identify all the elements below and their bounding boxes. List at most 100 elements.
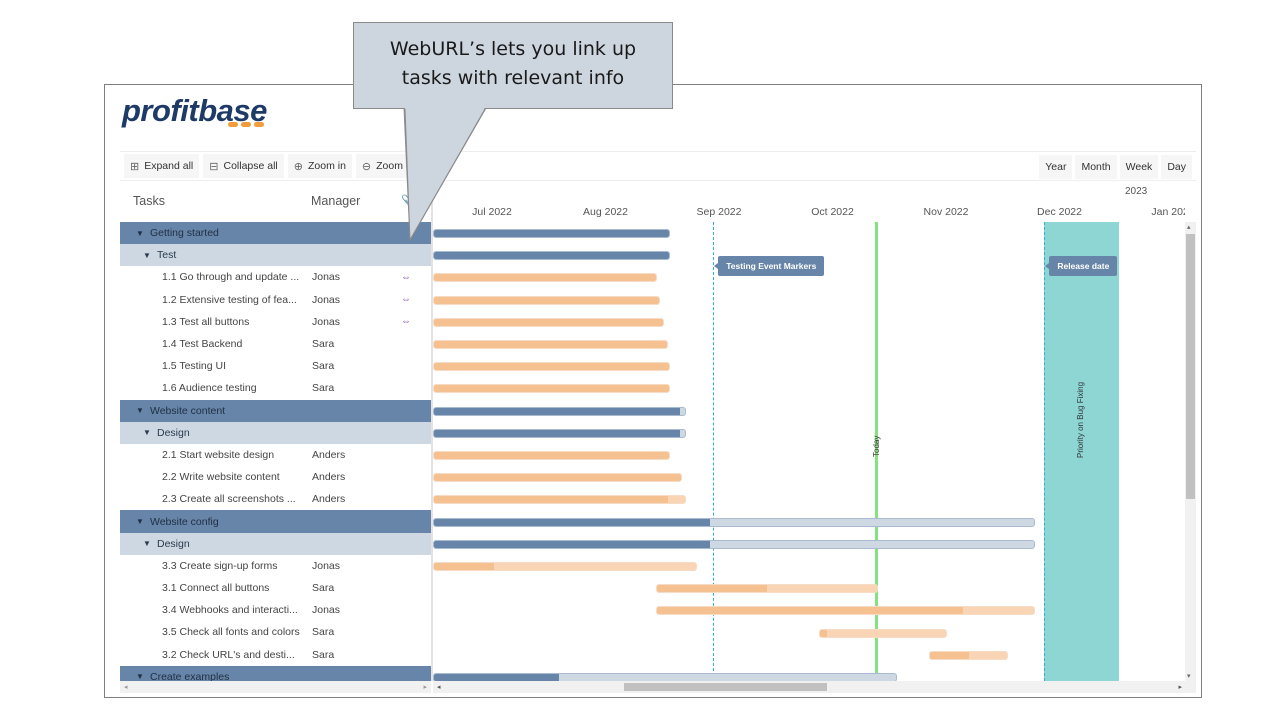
collapse-toggle-icon[interactable]: ▼ bbox=[143, 251, 151, 260]
zoom-out-icon: ⊖ bbox=[361, 160, 372, 173]
web-url-link-icon[interactable]: ⇔ bbox=[401, 316, 411, 327]
task-row[interactable]: 3.5 Check all fonts and colors Sara bbox=[120, 621, 431, 644]
timeline-scroll-right-icon[interactable]: ▸ bbox=[1178, 683, 1182, 691]
scroll-down-arrow-icon[interactable]: ▾ bbox=[1187, 672, 1191, 680]
task-manager: Sara bbox=[312, 382, 335, 395]
view-year-button[interactable]: Year bbox=[1039, 155, 1073, 179]
collapse-toggle-icon[interactable]: ▼ bbox=[143, 539, 151, 548]
task-bar[interactable] bbox=[433, 273, 657, 283]
collapse-toggle-icon[interactable]: ▼ bbox=[143, 428, 151, 437]
timeline-month-label: Jan 2023 bbox=[1151, 206, 1185, 218]
task-row[interactable]: 1.5 Testing UI Sara bbox=[120, 355, 431, 378]
column-header-tasks[interactable]: Tasks bbox=[133, 194, 165, 208]
grid-horizontal-scrollbar[interactable]: ◂ ▸ bbox=[120, 681, 431, 693]
task-progress-fill bbox=[434, 363, 670, 371]
scroll-right-arrow-icon[interactable]: ▸ bbox=[423, 683, 427, 691]
task-bar[interactable] bbox=[433, 473, 682, 483]
group-row[interactable]: ▼ Getting started bbox=[120, 222, 431, 245]
summary-task-bar[interactable] bbox=[433, 539, 1036, 549]
task-bar[interactable] bbox=[433, 384, 671, 394]
task-bar[interactable] bbox=[433, 317, 664, 327]
collapse-toggle-icon[interactable]: ▼ bbox=[136, 672, 144, 681]
collapse-all-button[interactable]: ⊟ Collapse all bbox=[203, 154, 284, 178]
task-bar[interactable] bbox=[819, 628, 948, 638]
task-bar[interactable] bbox=[433, 562, 698, 571]
task-row[interactable]: 1.6 Audience testing Sara bbox=[120, 377, 431, 400]
task-row[interactable]: 2.3 Create all screenshots ... Anders bbox=[120, 488, 431, 511]
task-progress-fill bbox=[434, 296, 660, 304]
task-row[interactable]: 1.1 Go through and update ... Jonas ⇔ bbox=[120, 266, 431, 289]
group-row[interactable]: ▼ Website content bbox=[120, 399, 431, 422]
timeline-horizontal-scrollbar[interactable]: ◂ ▸ bbox=[433, 681, 1196, 693]
collapse-toggle-icon[interactable]: ▼ bbox=[136, 517, 144, 526]
summary-task-bar[interactable] bbox=[433, 517, 1036, 527]
task-row[interactable]: 1.2 Extensive testing of fea... Jonas ⇔ bbox=[120, 288, 431, 311]
scroll-left-arrow-icon[interactable]: ◂ bbox=[124, 683, 128, 691]
task-manager: Sara bbox=[312, 360, 335, 373]
expand-all-button[interactable]: ⊞ Expand all bbox=[124, 154, 200, 178]
scroll-up-arrow-icon[interactable]: ▴ bbox=[1187, 223, 1191, 231]
task-row[interactable]: 2.1 Start website design Anders bbox=[120, 443, 431, 467]
task-row[interactable]: 1.4 Test Backend Sara bbox=[120, 332, 431, 356]
subgroup-row[interactable]: ▼ Design bbox=[120, 421, 431, 444]
group-row[interactable]: ▼ Create examples bbox=[120, 665, 431, 681]
callout-line-2: tasks with relevant info bbox=[401, 67, 625, 89]
column-header-manager[interactable]: Manager bbox=[311, 194, 360, 208]
summary-task-bar[interactable] bbox=[433, 251, 671, 261]
expand-all-label: Expand all bbox=[144, 160, 194, 172]
task-name: Create examples bbox=[150, 670, 230, 681]
task-progress-fill bbox=[434, 341, 668, 348]
zoom-in-button[interactable]: ⊕ Zoom in bbox=[287, 154, 352, 178]
task-bar[interactable] bbox=[433, 295, 661, 305]
web-url-link-icon[interactable]: ⇔ bbox=[401, 272, 411, 283]
task-name: 3.1 Connect all buttons bbox=[162, 582, 270, 595]
horizontal-scroll-thumb[interactable] bbox=[624, 683, 827, 691]
view-day-button[interactable]: Day bbox=[1161, 155, 1192, 179]
task-row[interactable]: 2.2 Write website content Anders bbox=[120, 466, 431, 489]
task-bar[interactable] bbox=[433, 451, 671, 460]
summary-task-bar[interactable] bbox=[433, 406, 687, 416]
summary-task-bar[interactable] bbox=[433, 229, 671, 238]
task-bar[interactable] bbox=[433, 340, 669, 349]
task-row[interactable]: 3.4 Webhooks and interacti... Jonas bbox=[120, 599, 431, 622]
task-row[interactable]: 3.1 Connect all buttons Sara bbox=[120, 577, 431, 600]
group-row[interactable]: ▼ Website config bbox=[120, 510, 431, 533]
task-bar[interactable] bbox=[655, 584, 879, 594]
task-row[interactable]: 3.2 Check URL's and desti... Sara bbox=[120, 643, 431, 666]
task-row[interactable]: 3.3 Create sign-up forms Jonas bbox=[120, 554, 431, 577]
task-rows: ▼ Getting started ▼ Test 1.1 Go through and … bbox=[120, 222, 431, 681]
logo-dots bbox=[228, 122, 264, 127]
task-row[interactable]: 1.3 Test all buttons Jonas ⇔ bbox=[120, 310, 431, 333]
callout-text: WebURL’s lets you link up tasks with rel… bbox=[353, 35, 673, 93]
zoom-out-button[interactable]: ⊖ Zoom out bbox=[355, 154, 427, 178]
vertical-scroll-thumb[interactable] bbox=[1186, 234, 1195, 499]
subgroup-row[interactable]: ▼ Test bbox=[120, 244, 431, 267]
gantt-toolbar: ⊞ Expand all ⊟ Collapse all ⊕ Zoom in ⊖ … bbox=[120, 151, 1196, 181]
event-marker-tag[interactable]: Release date bbox=[1045, 256, 1118, 276]
task-manager: Anders bbox=[312, 448, 346, 461]
timeline-vertical-scrollbar[interactable]: ▴ ▾ bbox=[1185, 222, 1196, 681]
view-week-button[interactable]: Week bbox=[1119, 155, 1159, 179]
task-progress-fill bbox=[434, 429, 681, 437]
task-bar[interactable] bbox=[433, 495, 687, 505]
callout-line-1: WebURL’s lets you link up bbox=[389, 38, 637, 60]
grid-header: Tasks Manager 📎 bbox=[120, 182, 431, 222]
summary-task-bar[interactable] bbox=[433, 673, 898, 681]
event-marker-tag[interactable]: Testing Event Markers bbox=[714, 256, 825, 276]
task-bar[interactable] bbox=[929, 650, 1009, 660]
task-bar[interactable] bbox=[655, 606, 1036, 616]
task-progress-fill bbox=[434, 518, 711, 526]
task-bar[interactable] bbox=[433, 362, 671, 372]
timeline-year-label: 2023 bbox=[1125, 186, 1148, 197]
task-progress-fill bbox=[434, 452, 670, 459]
collapse-icon: ⊟ bbox=[209, 160, 219, 173]
task-name: 2.1 Start website design bbox=[162, 448, 275, 461]
task-name: Design bbox=[157, 426, 190, 439]
collapse-toggle-icon[interactable]: ▼ bbox=[136, 229, 144, 238]
web-url-link-icon[interactable]: ⇔ bbox=[401, 294, 411, 305]
timeline-scroll-left-icon[interactable]: ◂ bbox=[437, 683, 441, 691]
summary-task-bar[interactable] bbox=[433, 428, 687, 438]
subgroup-row[interactable]: ▼ Design bbox=[120, 532, 431, 555]
collapse-toggle-icon[interactable]: ▼ bbox=[136, 406, 144, 415]
view-month-button[interactable]: Month bbox=[1075, 155, 1117, 179]
